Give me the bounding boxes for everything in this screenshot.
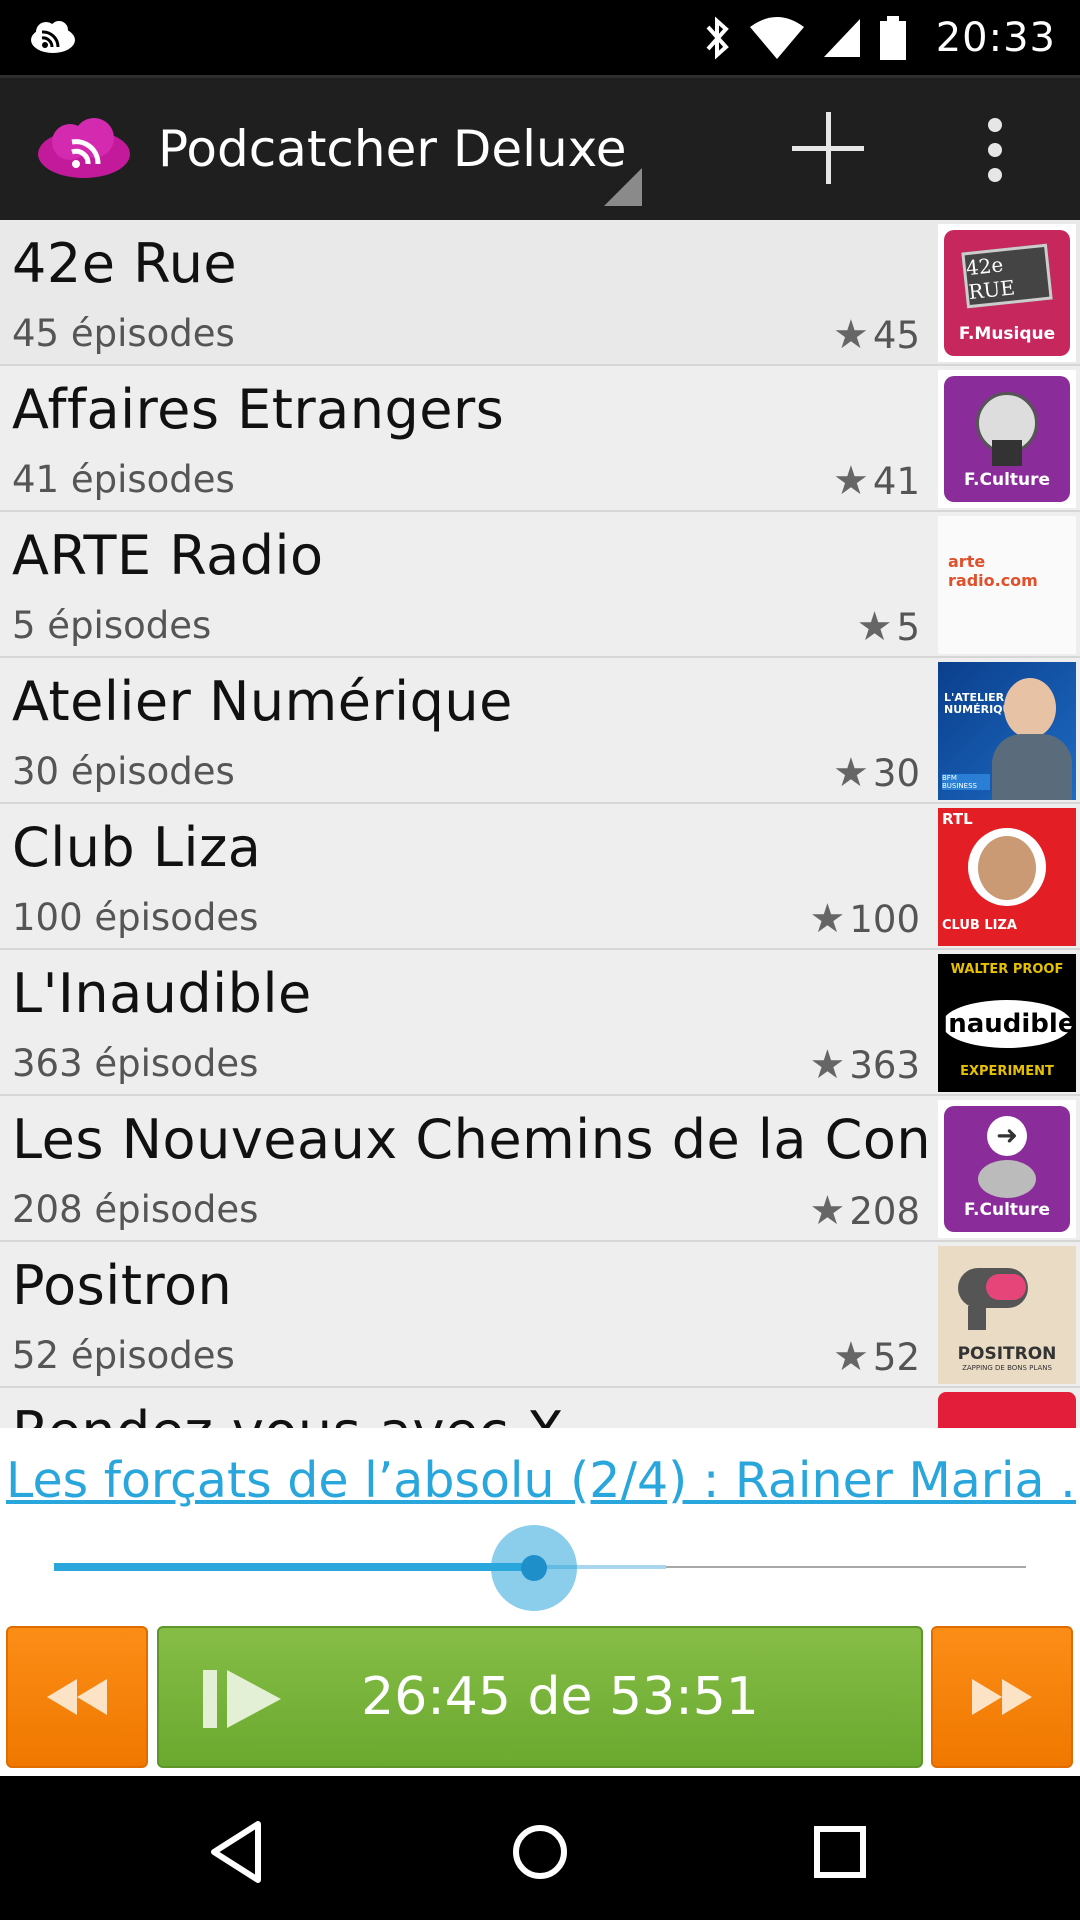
star-count: ★ 208 bbox=[809, 1188, 920, 1234]
episode-count: 5 épisodes bbox=[12, 604, 212, 647]
star-icon: ★ bbox=[809, 1042, 846, 1088]
list-item[interactable]: Les Nouveaux Chemins de la Con.. 208 épi… bbox=[0, 1096, 1080, 1242]
episode-count: 363 épisodes bbox=[12, 1042, 259, 1085]
episode-count: 208 épisodes bbox=[12, 1188, 259, 1231]
star-icon: ★ bbox=[856, 604, 893, 650]
podcast-name: Les Nouveaux Chemins de la Con.. bbox=[12, 1108, 932, 1171]
podcast-thumbnail: L'ATELIER NUMÉRIQUE BFM BUSINESS bbox=[938, 662, 1076, 800]
recents-icon[interactable] bbox=[800, 1812, 880, 1892]
app-logo[interactable] bbox=[36, 116, 132, 186]
podcast-name: Club Liza bbox=[12, 816, 262, 879]
podcast-name: L'Inaudible bbox=[12, 962, 312, 1025]
podcast-thumbnail: RTL CLUB LIZA bbox=[938, 808, 1076, 946]
podcast-name: Positron bbox=[12, 1254, 233, 1317]
playback-time: 26:45 de 53:51 bbox=[361, 1667, 759, 1727]
podcast-thumbnail: arte radio.com bbox=[938, 516, 1076, 654]
add-podcast-button[interactable] bbox=[792, 112, 864, 184]
episode-count: 100 épisodes bbox=[12, 896, 259, 939]
star-count: ★ 5 bbox=[856, 604, 920, 650]
star-count: ★ 100 bbox=[809, 896, 920, 942]
star-count: ★ 363 bbox=[809, 1042, 920, 1088]
podcast-thumbnail bbox=[938, 1392, 1076, 1428]
list-item[interactable]: L'Inaudible 363 épisodes ★ 363 WALTER PRO… bbox=[0, 950, 1080, 1096]
list-item[interactable]: 42e Rue 45 épisodes ★ 45 42e RUE F.Musiqu… bbox=[0, 220, 1080, 366]
star-icon: ★ bbox=[833, 750, 869, 796]
podcast-name: Atelier Numérique bbox=[12, 670, 513, 733]
play-pause-button[interactable]: 26:45 de 53:51 bbox=[157, 1626, 923, 1768]
battery-icon bbox=[879, 15, 906, 60]
episode-count: 52 épisodes bbox=[12, 1334, 235, 1377]
seek-progress bbox=[54, 1563, 534, 1571]
seek-thumb[interactable] bbox=[521, 1555, 547, 1581]
wifi-icon bbox=[749, 16, 804, 59]
podcast-name: ARTE Radio bbox=[12, 524, 324, 587]
podcast-name: Rendez-vous avec X bbox=[12, 1400, 932, 1428]
podcast-list[interactable]: 42e Rue 45 épisodes ★ 45 42e RUE F.Musiqu… bbox=[0, 220, 1080, 1428]
star-count: ★ 30 bbox=[833, 750, 920, 796]
star-icon: ★ bbox=[809, 1188, 846, 1234]
signal-icon bbox=[823, 18, 860, 57]
podcast-thumbnail: POSITRON ZAPPING DE BONS PLANS bbox=[938, 1246, 1076, 1384]
rewind-button[interactable] bbox=[6, 1626, 148, 1768]
list-item[interactable]: Affaires Etrangers 41 épisodes ★ 41 F.Cul… bbox=[0, 366, 1080, 512]
star-icon: ★ bbox=[833, 1334, 869, 1380]
spinner-indicator[interactable] bbox=[604, 168, 642, 206]
list-item[interactable]: Club Liza 100 épisodes ★ 100 RTL CLUB LIZ… bbox=[0, 804, 1080, 950]
podcast-thumbnail: F.Culture bbox=[938, 370, 1076, 508]
list-item[interactable]: Positron 52 épisodes ★ 52 POSITRON ZAPPIN… bbox=[0, 1242, 1080, 1388]
podcast-name: Affaires Etrangers bbox=[12, 378, 505, 441]
episode-count: 30 épisodes bbox=[12, 750, 235, 793]
bluetooth-icon bbox=[706, 16, 729, 59]
episode-title-link[interactable]: Les forçats de l’absolu (2/4) : Rainer M… bbox=[6, 1452, 1076, 1509]
cloud-cast-icon bbox=[31, 21, 75, 53]
clock: 20:33 bbox=[935, 14, 1056, 61]
star-icon: ★ bbox=[833, 312, 869, 358]
podcast-name: 42e Rue bbox=[12, 232, 238, 295]
star-icon: ★ bbox=[833, 458, 869, 504]
list-item[interactable]: Atelier Numérique 30 épisodes ★ 30 L'ATEL… bbox=[0, 658, 1080, 804]
seek-bar[interactable] bbox=[54, 1525, 1026, 1611]
back-icon[interactable] bbox=[200, 1812, 280, 1892]
app-title[interactable]: Podcatcher Deluxe bbox=[158, 120, 626, 178]
rewind-icon bbox=[47, 1679, 107, 1715]
star-icon: ★ bbox=[809, 896, 846, 942]
navigation-bar bbox=[0, 1776, 1080, 1920]
overflow-menu-icon[interactable] bbox=[975, 118, 1015, 182]
home-icon[interactable] bbox=[500, 1812, 580, 1892]
star-count: ★ 52 bbox=[833, 1334, 920, 1380]
list-item[interactable]: ARTE Radio 5 épisodes ★ 5 arte radio.com bbox=[0, 512, 1080, 658]
play-pause-icon bbox=[203, 1670, 281, 1728]
fast-forward-button[interactable] bbox=[931, 1626, 1073, 1768]
episode-count: 45 épisodes bbox=[12, 312, 235, 355]
action-bar: Podcatcher Deluxe bbox=[0, 75, 1080, 220]
now-playing-panel: Les forçats de l’absolu (2/4) : Rainer M… bbox=[0, 1428, 1080, 1776]
podcast-thumbnail: WALTER PROOF Inaudible EXPERIMENT bbox=[938, 954, 1076, 1092]
star-count: ★ 41 bbox=[833, 458, 920, 504]
list-item[interactable]: Rendez-vous avec X bbox=[0, 1388, 1080, 1428]
podcast-thumbnail: ➜ F.Culture bbox=[938, 1100, 1076, 1238]
star-count: ★ 45 bbox=[833, 312, 920, 358]
podcast-thumbnail: 42e RUE F.Musique bbox=[938, 224, 1076, 362]
fast-forward-icon bbox=[972, 1679, 1032, 1715]
status-bar: 20:33 bbox=[0, 0, 1080, 75]
episode-count: 41 épisodes bbox=[12, 458, 235, 501]
